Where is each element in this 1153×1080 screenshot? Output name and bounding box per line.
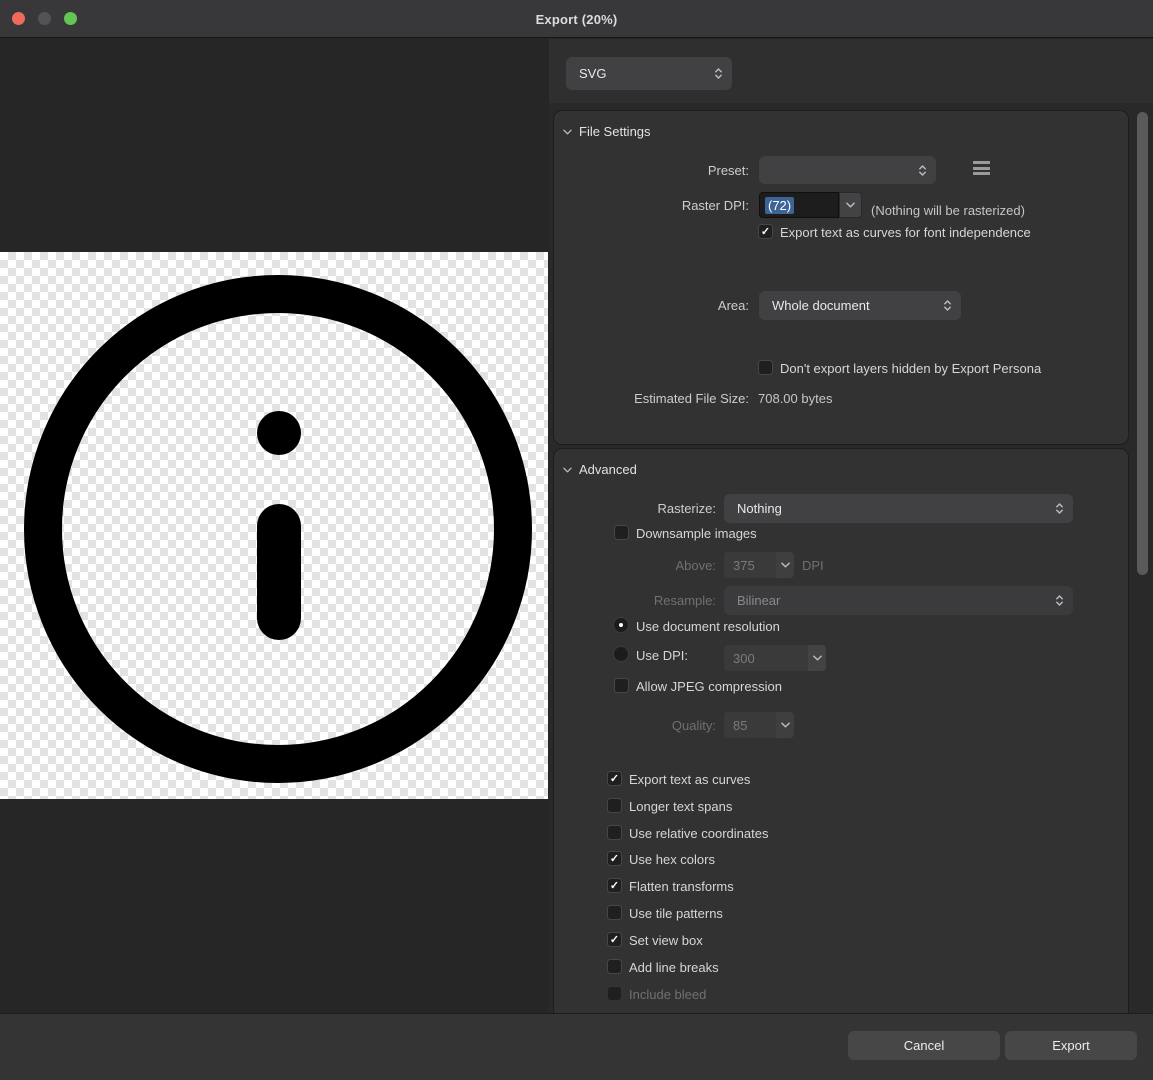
export-text-curves-font-label: Export text as curves for font independe… (780, 225, 1031, 240)
use-dpi-label: Use DPI: (636, 648, 688, 663)
export-text-as-curves-label: Export text as curves (629, 772, 750, 787)
quality-dropdown-arrow (776, 712, 794, 738)
use-hex-colors-checkbox[interactable] (607, 851, 622, 866)
raster-dpi-selected-text: (72) (765, 197, 794, 214)
longer-text-spans-checkbox[interactable] (607, 798, 622, 813)
updown-chevron-icon (943, 298, 952, 313)
above-dpi-input: 375 (724, 552, 776, 578)
longer-text-spans-label: Longer text spans (629, 799, 732, 814)
down-caret-icon (813, 655, 822, 661)
transparency-checkerboard (0, 252, 548, 799)
resample-dropdown: Bilinear (724, 586, 1073, 615)
area-dropdown[interactable]: Whole document (759, 291, 961, 320)
downsample-images-checkbox[interactable] (614, 525, 629, 540)
info-circle-artwork (0, 252, 548, 799)
above-label: Above: (554, 558, 716, 573)
add-line-breaks-checkbox[interactable] (607, 959, 622, 974)
area-label: Area: (554, 298, 749, 313)
export-text-as-curves-checkbox[interactable] (607, 771, 622, 786)
use-document-resolution-radio[interactable] (613, 617, 629, 633)
raster-dpi-note: (Nothing will be rasterized) (871, 198, 1025, 224)
quality-input: 85 (724, 712, 776, 738)
rasterize-dropdown-value: Nothing (737, 501, 782, 516)
down-caret-icon (781, 722, 790, 728)
file-settings-title: File Settings (579, 124, 651, 139)
quality-label: Quality: (554, 718, 716, 733)
format-dropdown[interactable]: SVG (566, 57, 732, 90)
export-dialog: Export (20%) SVG File Settings (0, 0, 1153, 1080)
use-tile-patterns-checkbox[interactable] (607, 905, 622, 920)
titlebar: Export (20%) (0, 0, 1153, 38)
resample-dropdown-value: Bilinear (737, 593, 780, 608)
estimated-file-size-label: Estimated File Size: (554, 391, 749, 406)
add-line-breaks-label: Add line breaks (629, 960, 719, 975)
use-relative-coordinates-label: Use relative coordinates (629, 826, 768, 841)
flatten-transforms-checkbox[interactable] (607, 878, 622, 893)
panel-scrollbar-thumb[interactable] (1137, 112, 1148, 575)
preset-menu-icon[interactable] (973, 161, 990, 175)
rasterize-dropdown[interactable]: Nothing (724, 494, 1073, 523)
estimated-file-size-value: 708.00 bytes (758, 391, 832, 406)
above-dpi-dropdown-arrow (776, 552, 794, 578)
set-view-box-checkbox[interactable] (607, 932, 622, 947)
disclosure-chevron-icon (563, 467, 572, 473)
export-options-panel: SVG File Settings Preset: Raster DPI: (549, 39, 1153, 1013)
dialog-footer: Cancel Export (0, 1013, 1153, 1080)
file-settings-section: File Settings Preset: Raster DPI: (72) (… (553, 110, 1129, 445)
advanced-title: Advanced (579, 462, 637, 477)
downsample-images-label: Downsample images (636, 526, 757, 541)
use-document-resolution-label: Use document resolution (636, 619, 780, 634)
window-title: Export (20%) (0, 0, 1153, 38)
preset-label: Preset: (554, 163, 749, 178)
updown-chevron-icon (918, 163, 927, 178)
use-hex-colors-label: Use hex colors (629, 852, 715, 867)
export-text-curves-font-checkbox[interactable] (758, 224, 773, 239)
disclosure-chevron-icon (563, 129, 572, 135)
down-caret-icon (846, 202, 855, 208)
use-dpi-radio[interactable] (613, 646, 629, 662)
use-dpi-dropdown-arrow (808, 645, 826, 671)
include-bleed-checkbox (607, 986, 622, 1001)
advanced-header[interactable]: Advanced (563, 462, 637, 477)
raster-dpi-label: Raster DPI: (554, 198, 749, 213)
format-dropdown-value: SVG (579, 66, 606, 81)
updown-chevron-icon (1055, 501, 1064, 516)
set-view-box-label: Set view box (629, 933, 703, 948)
allow-jpeg-compression-label: Allow JPEG compression (636, 679, 782, 694)
updown-chevron-icon (1055, 593, 1064, 608)
use-tile-patterns-label: Use tile patterns (629, 906, 723, 921)
allow-jpeg-compression-checkbox[interactable] (614, 678, 629, 693)
flatten-transforms-label: Flatten transforms (629, 879, 734, 894)
use-dpi-input: 300 (724, 645, 808, 671)
area-dropdown-value: Whole document (772, 298, 870, 313)
file-settings-header[interactable]: File Settings (563, 124, 651, 139)
export-preview-pane (0, 39, 548, 1013)
above-dpi-suffix: DPI (802, 558, 824, 573)
raster-dpi-input[interactable]: (72) (759, 192, 839, 218)
advanced-section: Advanced Rasterize: Nothing Downsample i… (553, 448, 1129, 1014)
resample-label: Resample: (554, 593, 716, 608)
updown-chevron-icon (714, 66, 723, 81)
include-bleed-label: Include bleed (629, 987, 706, 1002)
raster-dpi-dropdown-arrow[interactable] (839, 192, 862, 218)
down-caret-icon (781, 562, 790, 568)
dont-export-hidden-layers-label: Don't export layers hidden by Export Per… (780, 361, 1041, 376)
preset-dropdown[interactable] (759, 156, 936, 184)
dont-export-hidden-layers-checkbox[interactable] (758, 360, 773, 375)
use-relative-coordinates-checkbox[interactable] (607, 825, 622, 840)
cancel-button[interactable]: Cancel (848, 1031, 1000, 1060)
rasterize-label: Rasterize: (554, 501, 716, 516)
export-button[interactable]: Export (1005, 1031, 1137, 1060)
